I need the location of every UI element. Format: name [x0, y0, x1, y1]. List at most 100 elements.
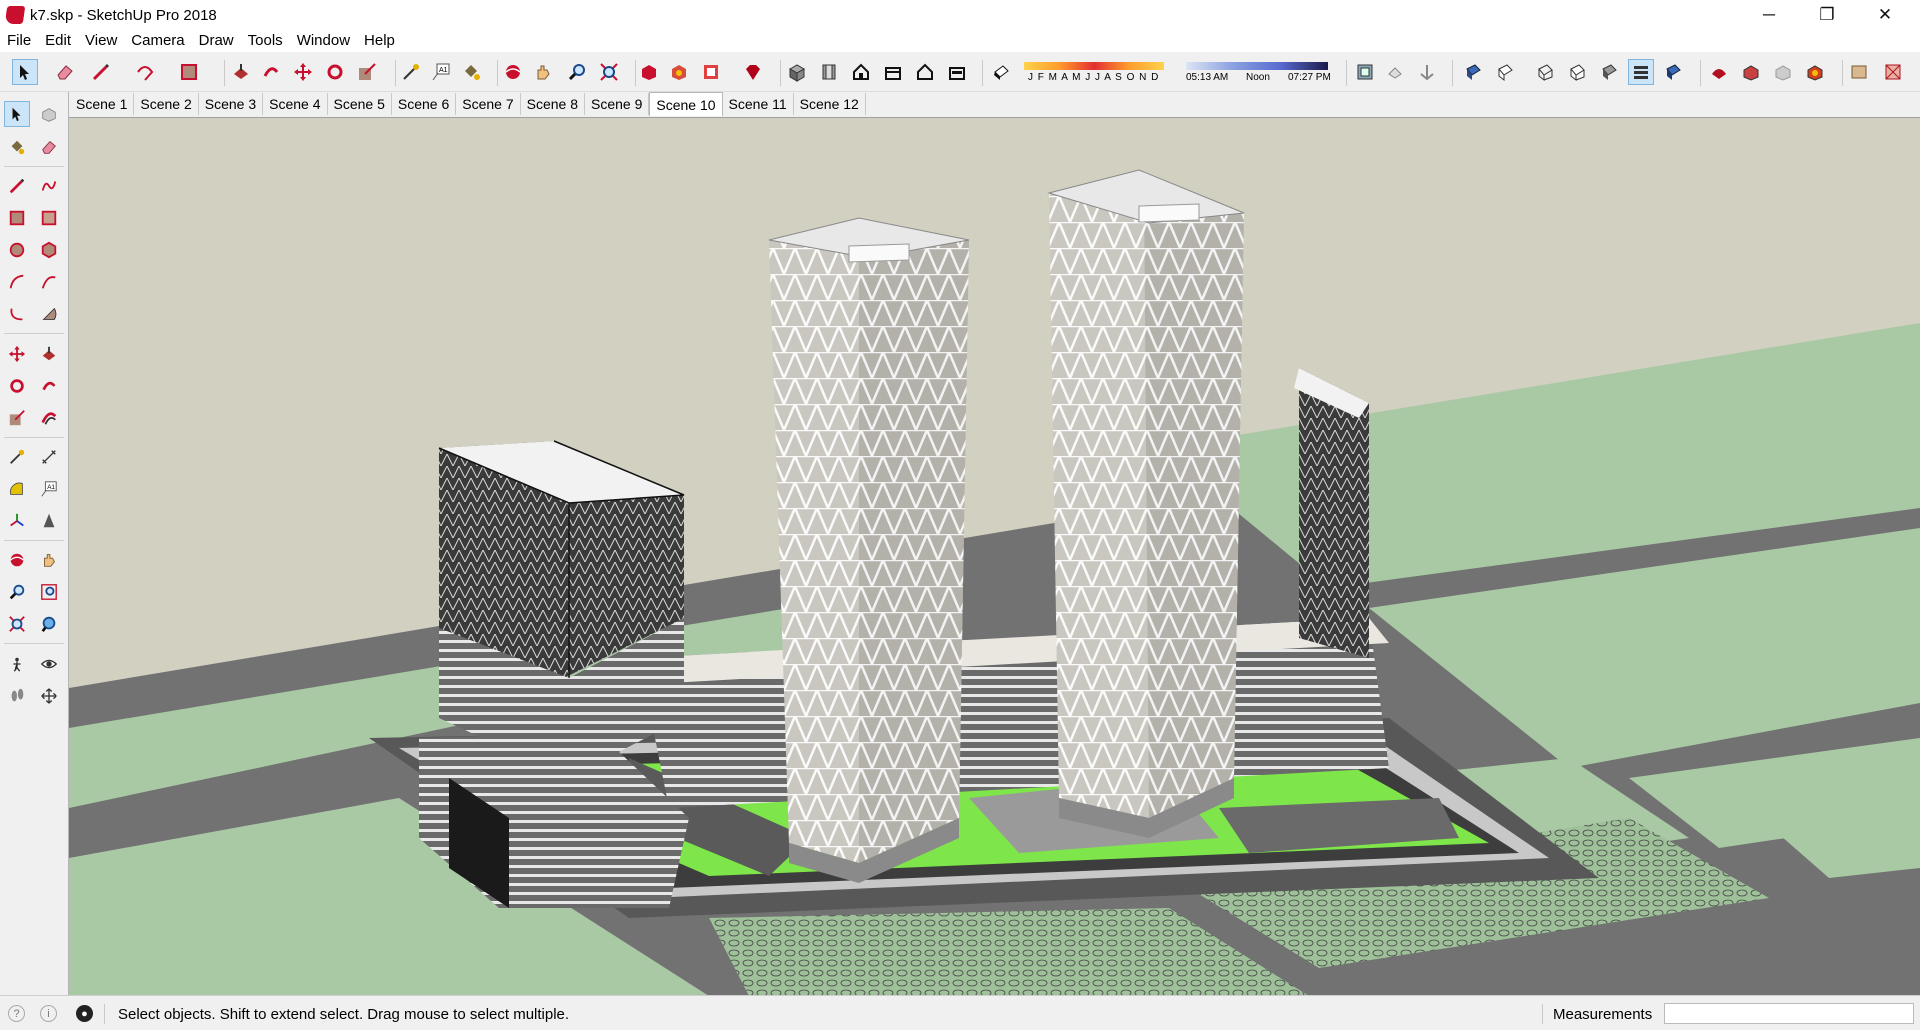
paint-bucket-icon[interactable]	[4, 134, 30, 160]
ruby-icon[interactable]	[740, 59, 766, 85]
style-monochrome-icon[interactable]	[1660, 59, 1686, 85]
axes-icon[interactable]	[4, 508, 30, 534]
restore-button[interactable]: ❐	[1804, 0, 1850, 30]
back-view-icon[interactable]	[912, 59, 938, 85]
protractor-icon[interactable]	[4, 476, 30, 502]
tab-scene-1[interactable]: Scene 1	[70, 93, 135, 115]
move-icon[interactable]	[4, 341, 30, 367]
model-viewport[interactable]	[69, 117, 1920, 995]
orbit-icon[interactable]	[500, 59, 526, 85]
solid-tools-icon[interactable]	[1770, 59, 1796, 85]
sandbox-icon[interactable]	[1706, 59, 1732, 85]
warehouse-icon[interactable]	[636, 59, 662, 85]
top-view-icon[interactable]	[816, 59, 842, 85]
tab-scene-11[interactable]: Scene 11	[723, 93, 794, 115]
tab-scene-9[interactable]: Scene 9	[585, 93, 650, 115]
tab-scene-5[interactable]: Scene 5	[328, 93, 392, 115]
previous-view-icon[interactable]	[36, 611, 62, 637]
walk-icon[interactable]	[4, 683, 30, 709]
three-point-arc-icon[interactable]	[4, 301, 30, 327]
paint-bucket-icon[interactable]	[458, 59, 484, 85]
two-point-arc-icon[interactable]	[36, 269, 62, 295]
arc-icon[interactable]	[4, 269, 30, 295]
circle-icon[interactable]	[4, 237, 30, 263]
credits-icon[interactable]: i	[40, 1005, 57, 1022]
monochrome-icon[interactable]	[1564, 59, 1590, 85]
menu-tools[interactable]: Tools	[241, 30, 290, 52]
tab-scene-2[interactable]: Scene 2	[134, 93, 199, 115]
menu-file[interactable]: File	[0, 30, 38, 52]
pencil-icon[interactable]	[88, 59, 114, 85]
tab-scene-8[interactable]: Scene 8	[521, 93, 585, 115]
tab-scene-7[interactable]: Scene 7	[456, 93, 521, 115]
freehand-icon[interactable]	[36, 173, 62, 199]
shadow-month-slider[interactable]	[1024, 62, 1164, 70]
section-fill-icon[interactable]	[1846, 59, 1872, 85]
shadow-time-slider[interactable]	[1186, 62, 1328, 70]
right-view-icon[interactable]	[880, 59, 906, 85]
push-pull-icon[interactable]	[228, 59, 254, 85]
iso-view-icon[interactable]	[784, 59, 810, 85]
minimize-button[interactable]: ─	[1746, 0, 1792, 30]
back-edges-icon[interactable]	[1382, 59, 1408, 85]
menu-help[interactable]: Help	[357, 30, 402, 52]
rotated-rectangle-icon[interactable]	[36, 205, 62, 231]
tab-scene-12[interactable]: Scene 12	[794, 93, 866, 115]
shadows-icon[interactable]	[988, 59, 1014, 85]
3d-text-icon[interactable]	[36, 508, 62, 534]
look-around-icon[interactable]	[36, 651, 62, 677]
text-icon[interactable]: A1	[36, 476, 62, 502]
tab-scene-4[interactable]: Scene 4	[263, 93, 328, 115]
left-view-icon[interactable]	[944, 59, 970, 85]
tape-measure-icon[interactable]	[398, 59, 424, 85]
textured-icon[interactable]	[1532, 59, 1558, 85]
measurements-input[interactable]	[1664, 1003, 1914, 1024]
dimension-icon[interactable]	[36, 444, 62, 470]
make-component-icon[interactable]	[36, 101, 62, 127]
menu-camera[interactable]: Camera	[124, 30, 191, 52]
polygon-icon[interactable]	[36, 237, 62, 263]
section-plane-icon[interactable]	[36, 683, 62, 709]
tab-scene-6[interactable]: Scene 6	[392, 93, 457, 115]
eraser-icon[interactable]	[36, 134, 62, 160]
text-icon[interactable]: A1	[428, 59, 454, 85]
position-camera-icon[interactable]	[4, 651, 30, 677]
hidden-line-icon[interactable]	[1460, 59, 1486, 85]
zoom-window-icon[interactable]	[36, 579, 62, 605]
user-account-icon[interactable]: ●	[76, 1005, 93, 1022]
rectangle-icon[interactable]	[176, 59, 202, 85]
zoom-icon[interactable]	[564, 59, 590, 85]
menu-edit[interactable]: Edit	[38, 30, 78, 52]
shaded-icon[interactable]	[1492, 59, 1518, 85]
push-pull-icon[interactable]	[36, 341, 62, 367]
components-icon[interactable]	[1738, 59, 1764, 85]
menu-window[interactable]: Window	[290, 30, 357, 52]
wireframe-icon[interactable]	[1414, 59, 1440, 85]
eraser-icon[interactable]	[52, 59, 78, 85]
wireframe-style-icon[interactable]	[1596, 59, 1622, 85]
tab-scene-3[interactable]: Scene 3	[199, 93, 264, 115]
pan-icon[interactable]	[36, 547, 62, 573]
zoom-extents-icon[interactable]	[596, 59, 622, 85]
layout-icon[interactable]	[698, 59, 724, 85]
xray-icon[interactable]	[1352, 59, 1378, 85]
front-view-icon[interactable]	[848, 59, 874, 85]
scale-icon[interactable]	[354, 59, 380, 85]
close-button[interactable]: ✕	[1862, 0, 1908, 30]
move-icon[interactable]	[290, 59, 316, 85]
rotate-icon[interactable]	[322, 59, 348, 85]
solid-intersect-icon[interactable]	[1802, 59, 1828, 85]
shaded-textures-icon[interactable]	[1628, 59, 1654, 85]
pie-icon[interactable]	[36, 301, 62, 327]
orbit-icon[interactable]	[4, 547, 30, 573]
scale-icon[interactable]	[4, 405, 30, 431]
follow-me-icon[interactable]	[36, 373, 62, 399]
menu-view[interactable]: View	[78, 30, 124, 52]
select-icon[interactable]	[12, 59, 38, 85]
extension-warehouse-icon[interactable]	[666, 59, 692, 85]
rotate-icon[interactable]	[4, 373, 30, 399]
tab-scene-10[interactable]: Scene 10	[649, 92, 723, 116]
rectangle-icon[interactable]	[4, 205, 30, 231]
tape-measure-icon[interactable]	[4, 444, 30, 470]
zoom-icon[interactable]	[4, 579, 30, 605]
